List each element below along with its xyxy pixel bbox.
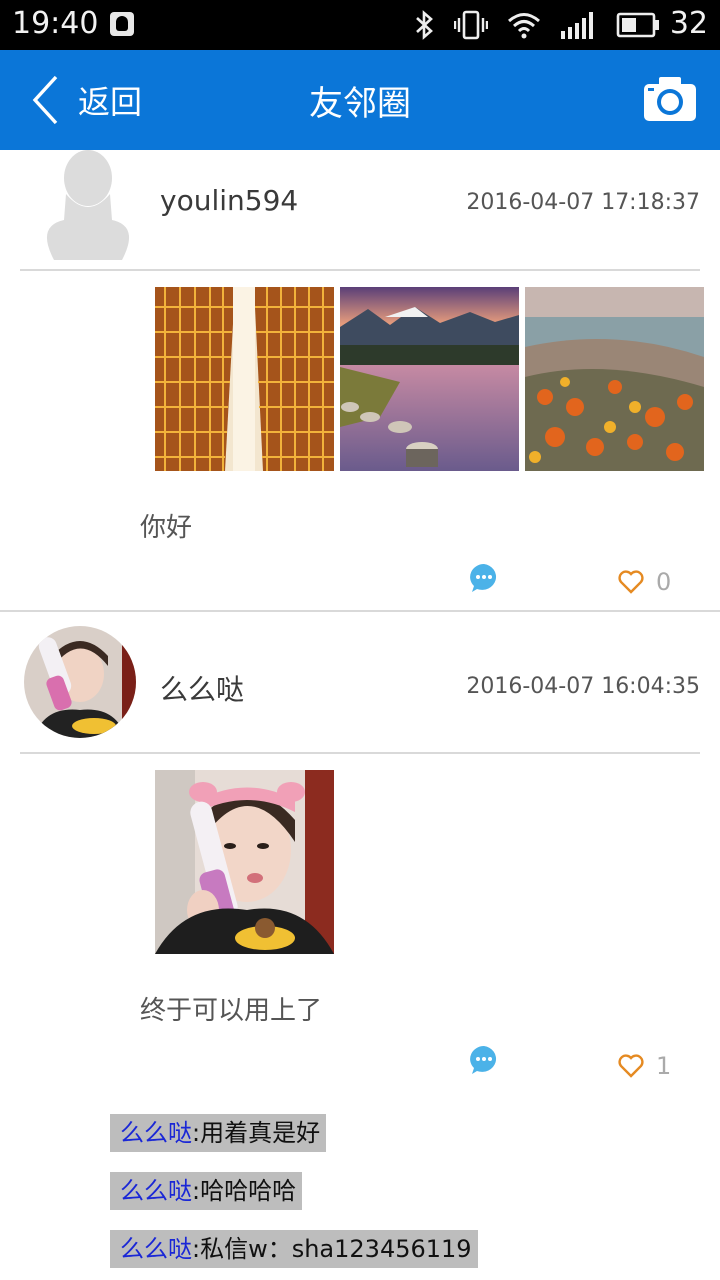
reply-text: :用着真是好 bbox=[192, 1119, 321, 1147]
avatar[interactable] bbox=[24, 626, 136, 738]
page-title: 友邻圈 bbox=[309, 84, 411, 124]
post-username[interactable]: youlin594 bbox=[160, 184, 298, 217]
status-bar: 19:40 32 bbox=[0, 0, 720, 50]
vibrate-icon bbox=[454, 10, 488, 40]
comment-button[interactable] bbox=[468, 562, 500, 594]
city-buildings-photo[interactable] bbox=[155, 287, 334, 471]
camera-button[interactable] bbox=[642, 74, 698, 124]
mountain-lake-photo[interactable] bbox=[340, 287, 519, 471]
like-button[interactable]: 1 bbox=[618, 1052, 671, 1080]
status-icons bbox=[414, 9, 660, 41]
post-text: 终于可以用上了 bbox=[140, 996, 323, 1026]
reply-text: :私信w：sha123456119 bbox=[192, 1235, 472, 1263]
reply-username[interactable]: 么么哒 bbox=[120, 1235, 192, 1263]
reply-item[interactable]: 么么哒:私信w：sha123456119 bbox=[110, 1230, 478, 1268]
comment-icon bbox=[470, 564, 497, 592]
divider bbox=[20, 752, 700, 754]
selfie-photo[interactable] bbox=[155, 770, 334, 954]
heart-icon bbox=[618, 570, 644, 594]
bluetooth-icon bbox=[416, 10, 433, 40]
post-card: 么么哒 2016-04-07 16:04:35 终于可以用上了 1 么么哒:用着… bbox=[0, 612, 720, 1280]
heart-icon bbox=[618, 1054, 644, 1078]
qq-notification-icon bbox=[110, 12, 134, 36]
post-text: 你好 bbox=[140, 513, 193, 543]
battery-level: 32 bbox=[669, 6, 708, 41]
reply-text: :哈哈哈哈 bbox=[192, 1177, 297, 1205]
camera-icon bbox=[644, 77, 696, 121]
battery-icon bbox=[616, 12, 659, 38]
avatar[interactable] bbox=[30, 150, 150, 260]
reply-username[interactable]: 么么哒 bbox=[120, 1119, 192, 1147]
wifi-icon bbox=[508, 13, 540, 39]
reply-item[interactable]: 么么哒:用着真是好 bbox=[110, 1114, 327, 1152]
top-nav-bar: 返回 友邻圈 bbox=[0, 50, 720, 150]
comment-button[interactable] bbox=[468, 1044, 500, 1076]
comment-icon bbox=[470, 1046, 497, 1074]
like-count: 0 bbox=[656, 568, 672, 596]
status-time: 19:40 bbox=[12, 6, 99, 41]
post-username[interactable]: 么么哒 bbox=[160, 668, 244, 708]
post-timestamp: 2016-04-07 17:18:37 bbox=[466, 190, 700, 215]
like-button[interactable]: 0 bbox=[618, 568, 671, 596]
post-card: youlin594 2016-04-07 17:18:37 你好 0 bbox=[0, 150, 720, 612]
signal-icon bbox=[561, 12, 593, 39]
reply-username[interactable]: 么么哒 bbox=[120, 1177, 192, 1205]
divider bbox=[20, 269, 700, 271]
like-count: 1 bbox=[656, 1052, 672, 1080]
post-timestamp: 2016-04-07 16:04:35 bbox=[466, 674, 700, 699]
autumn-landscape-photo[interactable] bbox=[525, 287, 704, 471]
default-avatar-icon bbox=[30, 150, 150, 260]
user-avatar-photo bbox=[24, 626, 136, 738]
reply-item[interactable]: 么么哒:哈哈哈哈 bbox=[110, 1172, 303, 1210]
